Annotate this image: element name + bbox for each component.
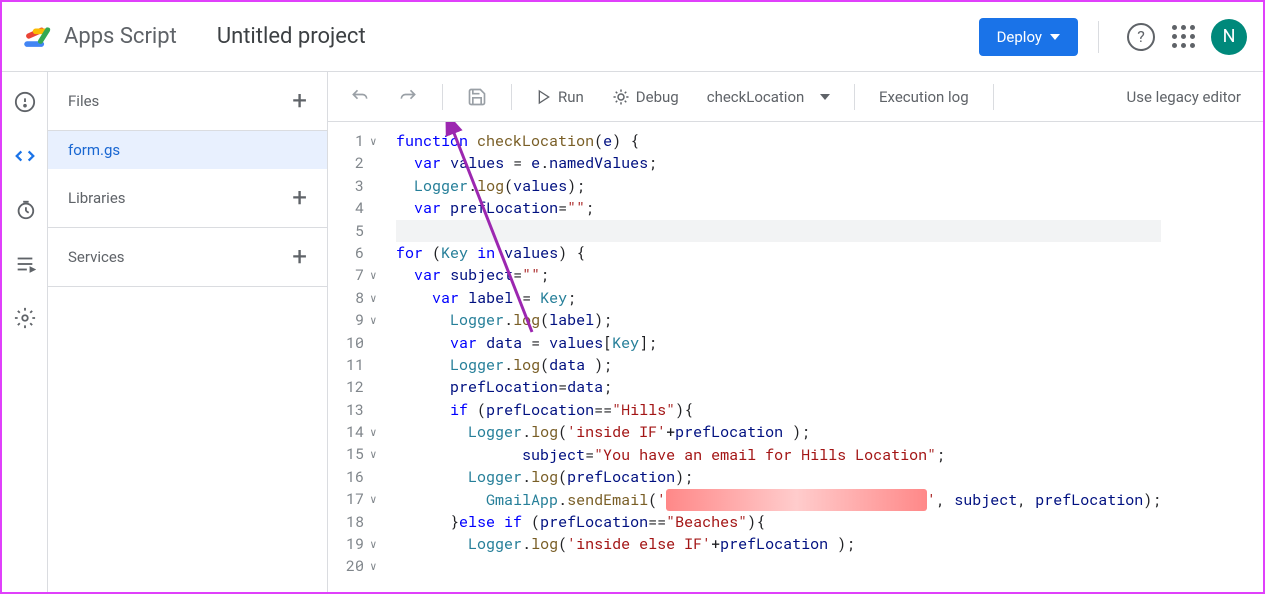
run-label: Run [558, 88, 584, 106]
files-section-header: Files + [48, 72, 327, 131]
project-title[interactable]: Untitled project [217, 24, 979, 49]
debug-label: Debug [636, 88, 679, 106]
deploy-button[interactable]: Deploy [979, 18, 1078, 56]
run-button[interactable]: Run [526, 82, 594, 112]
separator [1098, 21, 1099, 53]
editor-icon[interactable] [13, 144, 37, 168]
services-label: Services [68, 248, 125, 266]
execution-log-button[interactable]: Execution log [869, 82, 979, 112]
redo-button[interactable] [388, 81, 428, 113]
add-service-button[interactable]: + [292, 244, 307, 270]
code-editor[interactable]: 1234567891011121314151617181920 ∨∨∨∨∨∨∨∨… [328, 122, 1263, 592]
google-apps-icon[interactable] [1163, 17, 1203, 57]
add-library-button[interactable]: + [292, 185, 307, 211]
fold-column[interactable]: ∨∨∨∨∨∨∨∨∨ [368, 122, 390, 592]
libraries-section-header: Libraries + [48, 169, 327, 228]
file-item[interactable]: form.gs [48, 131, 327, 169]
files-label: Files [68, 92, 99, 110]
debug-button[interactable]: Debug [602, 82, 689, 112]
separator [854, 84, 855, 110]
services-section-header: Services + [48, 228, 327, 287]
chevron-down-icon [1050, 34, 1060, 40]
account-avatar[interactable]: N [1211, 19, 1247, 55]
separator [993, 84, 994, 110]
help-icon[interactable]: ? [1127, 23, 1155, 51]
undo-button[interactable] [340, 81, 380, 113]
deploy-label: Deploy [997, 28, 1042, 46]
separator [442, 84, 443, 110]
settings-icon[interactable] [13, 306, 37, 330]
function-select[interactable]: checkLocation [697, 82, 840, 112]
apps-script-logo [18, 18, 56, 56]
legacy-editor-button[interactable]: Use legacy editor [1117, 82, 1251, 112]
add-file-button[interactable]: + [292, 88, 307, 114]
executions-icon[interactable] [13, 252, 37, 276]
app-name: Apps Script [64, 24, 177, 49]
triggers-icon[interactable] [13, 198, 37, 222]
overview-icon[interactable] [13, 90, 37, 114]
chevron-down-icon [820, 94, 830, 100]
save-button[interactable] [457, 81, 497, 113]
line-numbers: 1234567891011121314151617181920 [328, 122, 368, 592]
function-name: checkLocation [707, 88, 805, 106]
code-content[interactable]: function checkLocation(e) { var values =… [390, 122, 1161, 592]
separator [511, 84, 512, 110]
libraries-label: Libraries [68, 189, 126, 207]
